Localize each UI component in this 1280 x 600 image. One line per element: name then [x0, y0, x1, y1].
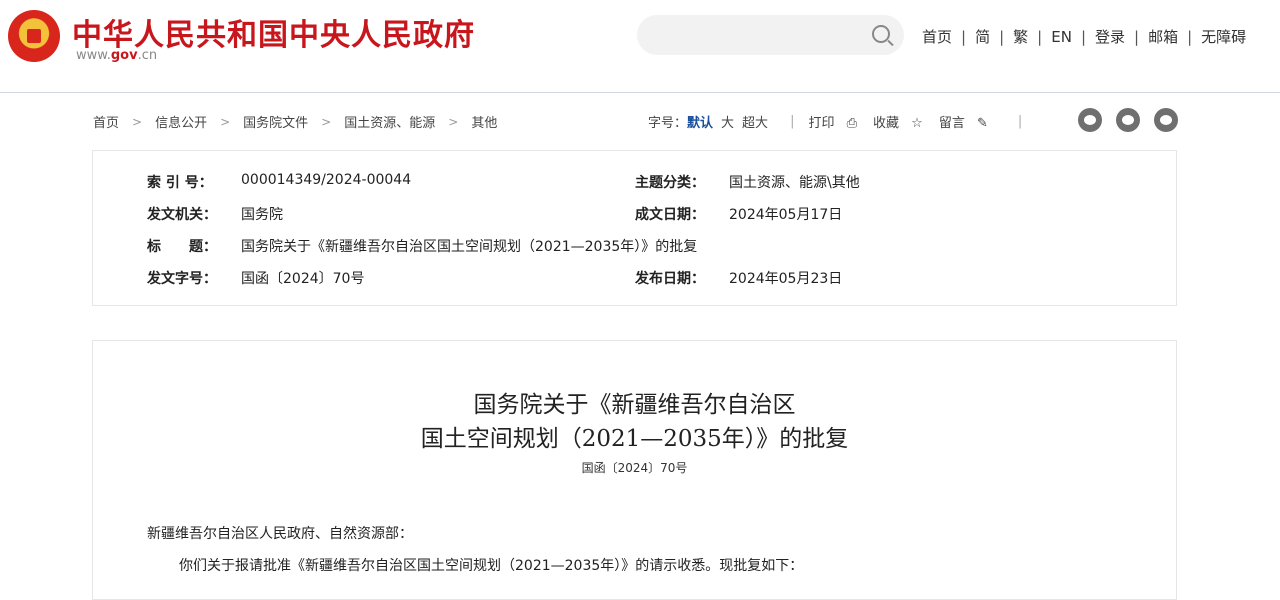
nav-mail[interactable]: 邮箱: [1148, 26, 1178, 47]
toolbar-row: 首页 > 信息公开 > 国务院文件 > 国土资源、能源 > 其他 字号： 默认 大 超大…: [93, 108, 1180, 132]
site-url-suffix: .cn: [137, 48, 158, 63]
chevron-right-icon: >: [321, 114, 332, 129]
nav-separator: |: [1037, 27, 1043, 46]
nav-separator: |: [1187, 27, 1193, 46]
print-button[interactable]: 打印 ⎙: [808, 112, 865, 131]
top-nav: 首页 | 简 | 繁 | EN | 登录 | 邮箱 | 无障碍: [922, 26, 1246, 47]
print-label: 打印: [808, 116, 835, 131]
breadcrumb-other[interactable]: 其他: [471, 112, 497, 131]
font-size-xlarge-button[interactable]: 超大: [742, 112, 768, 131]
breadcrumb-info-public[interactable]: 信息公开: [155, 112, 207, 131]
nav-separator: |: [999, 27, 1005, 46]
nav-separator: |: [1080, 27, 1086, 46]
publish-date-value: 2024年05月23日: [729, 271, 843, 287]
article-doc-number: 国函〔2024〕70号: [581, 461, 688, 475]
breadcrumb-land-energy[interactable]: 国土资源、能源: [344, 112, 435, 131]
pencil-icon: ✎: [976, 116, 988, 131]
breadcrumb: 首页 > 信息公开 > 国务院文件 > 国土资源、能源 > 其他: [93, 112, 497, 132]
nav-traditional[interactable]: 繁: [1013, 26, 1028, 47]
wechat-icon[interactable]: [1116, 108, 1140, 132]
header-divider: [0, 92, 1280, 93]
article-tools: 字号： 默认 大 超大 | 打印 ⎙ 收藏 ☆ 留言 ✎ |: [648, 112, 1036, 131]
chevron-right-icon: >: [220, 114, 231, 129]
breadcrumb-home[interactable]: 首页: [93, 112, 119, 131]
site-url-brand: gov: [110, 48, 138, 63]
article-salutation: 新疆维吾尔自治区人民政府、自然资源部：: [147, 526, 413, 542]
weibo-icon[interactable]: [1078, 108, 1102, 132]
nav-simplified[interactable]: 简: [975, 26, 990, 47]
font-size-large-button[interactable]: 大: [721, 112, 734, 131]
publish-date-label: 发布日期：: [635, 271, 705, 287]
issuer-value: 国务院: [241, 207, 283, 223]
index-number-label: 索 引 号：: [147, 175, 213, 191]
date-written-value: 2024年05月17日: [729, 207, 843, 223]
topic-value: 国土资源、能源\其他: [729, 175, 860, 191]
title-label: 标 题：: [147, 239, 217, 255]
font-size-label: 字号：: [648, 116, 688, 131]
star-outline-icon: ☆: [911, 116, 923, 131]
nav-separator: |: [961, 27, 967, 46]
chevron-right-icon: >: [448, 114, 459, 129]
search-input[interactable]: [637, 15, 904, 55]
article-title-line-1: 国务院关于《新疆维吾尔自治区: [473, 392, 796, 418]
article-body: 国务院关于《新疆维吾尔自治区 国土空间规划（2021—2035年）》的批复 国函…: [92, 340, 1177, 600]
issuer-label: 发文机关：: [147, 207, 217, 223]
share-icons: [1064, 108, 1178, 132]
date-written-label: 成文日期：: [635, 207, 705, 223]
document-metadata-panel: 索 引 号： 000014349/2024-00044 主题分类： 国土资源、能…: [92, 150, 1177, 306]
nav-english[interactable]: EN: [1051, 28, 1072, 46]
tools-separator: |: [1017, 114, 1023, 129]
site-header: 中华人民共和国中央人民政府 www.gov.cn 首页 | 简 | 繁 | EN | 登…: [0, 0, 1280, 92]
comment-label: 留言: [938, 116, 965, 131]
font-size-default-button[interactable]: 默认: [687, 112, 713, 131]
nav-accessibility[interactable]: 无障碍: [1201, 26, 1246, 47]
topic-label: 主题分类：: [635, 175, 705, 191]
article-title-line-2: 国土空间规划（2021—2035年）》的批复: [420, 426, 849, 452]
breadcrumb-state-council-docs[interactable]: 国务院文件: [243, 112, 308, 131]
nav-home[interactable]: 首页: [922, 26, 952, 47]
printer-icon: ⎙: [846, 116, 858, 131]
article-paragraph: 你们关于报请批准《新疆维吾尔自治区国土空间规划（2021—2035年）》的请示收…: [179, 558, 804, 574]
doc-number-label: 发文字号：: [147, 271, 217, 287]
site-url[interactable]: www.gov.cn: [76, 48, 157, 63]
comment-button[interactable]: 留言 ✎: [939, 112, 996, 131]
nav-separator: |: [1134, 27, 1140, 46]
tools-separator: |: [790, 114, 795, 129]
national-emblem-icon[interactable]: [8, 10, 60, 62]
favorite-star-icon[interactable]: [1154, 108, 1178, 132]
doc-number-value: 国函〔2024〕70号: [241, 271, 365, 287]
title-value: 国务院关于《新疆维吾尔自治区国土空间规划（2021—2035年）》的批复: [241, 239, 698, 255]
chevron-right-icon: >: [132, 114, 143, 129]
index-number-value: 000014349/2024-00044: [241, 172, 412, 188]
search-icon[interactable]: [872, 25, 890, 43]
favorite-label: 收藏: [873, 116, 900, 131]
site-url-prefix: www.: [76, 48, 111, 63]
favorite-button[interactable]: 收藏 ☆: [873, 112, 931, 131]
nav-login[interactable]: 登录: [1095, 26, 1125, 47]
